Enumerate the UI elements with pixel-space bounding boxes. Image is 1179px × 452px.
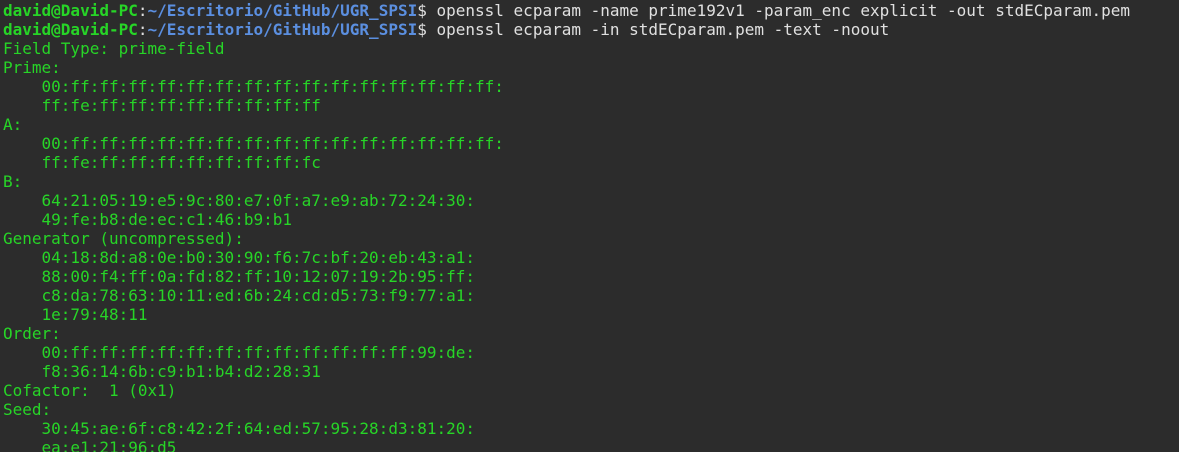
output-line: Generator (uncompressed): xyxy=(3,229,244,248)
output-line: 00:ff:ff:ff:ff:ff:ff:ff:ff:ff:ff:ff:ff:f… xyxy=(3,77,504,96)
output-line: Seed: xyxy=(3,400,52,419)
output-line: 64:21:05:19:e5:9c:80:e7:0f:a7:e9:ab:72:2… xyxy=(3,191,476,210)
command-text: openssl ecparam -in stdECparam.pem -text… xyxy=(436,20,890,39)
output-line: ff:fe:ff:ff:ff:ff:ff:ff:ff:fc xyxy=(3,153,321,172)
prompt-user-host: david@David-PC xyxy=(3,20,138,39)
output-line: Field Type: prime-field xyxy=(3,39,225,58)
output-line: A: xyxy=(3,115,23,134)
output-line: f8:36:14:6b:c9:b1:b4:d2:28:31 xyxy=(3,362,321,381)
prompt-path: ~/Escritorio/GitHub/UGR_SPSI xyxy=(147,20,418,39)
output-line: 88:00:f4:ff:0a:fd:82:ff:10:12:07:19:2b:9… xyxy=(3,267,476,286)
output-line: 49:fe:b8:de:ec:c1:46:b9:b1 xyxy=(3,210,292,229)
output-line: B: xyxy=(3,172,23,191)
prompt-symbol: $ xyxy=(417,20,437,39)
output-line: c8:da:78:63:10:11:ed:6b:24:cd:d5:73:f9:7… xyxy=(3,286,476,305)
output-line: 00:ff:ff:ff:ff:ff:ff:ff:ff:ff:ff:ff:ff:f… xyxy=(3,134,504,153)
prompt-line: david@David-PC:~/Escritorio/GitHub/UGR_S… xyxy=(3,20,1179,39)
output-line: Cofactor: 1 (0x1) xyxy=(3,381,177,400)
prompt-line: david@David-PC:~/Escritorio/GitHub/UGR_S… xyxy=(3,1,1179,20)
prompt-path: ~/Escritorio/GitHub/UGR_SPSI xyxy=(147,1,418,20)
prompt-symbol: $ xyxy=(417,1,437,20)
prompt-separator: : xyxy=(137,20,148,39)
output-line: 04:18:8d:a8:0e:b0:30:90:f6:7c:bf:20:eb:4… xyxy=(3,248,476,267)
output-line: Prime: xyxy=(3,58,61,77)
command-text: openssl ecparam -name prime192v1 -param_… xyxy=(436,1,1131,20)
prompt-separator: : xyxy=(137,1,148,20)
output-line: 00:ff:ff:ff:ff:ff:ff:ff:ff:ff:ff:ff:ff:9… xyxy=(3,343,476,362)
terminal-window[interactable]: david@David-PC:~/Escritorio/GitHub/UGR_S… xyxy=(0,0,1179,452)
output-line: 30:45:ae:6f:c8:42:2f:64:ed:57:95:28:d3:8… xyxy=(3,419,476,438)
output-line: Order: xyxy=(3,324,61,343)
prompt-user-host: david@David-PC xyxy=(3,1,138,20)
output-line: ea:e1:21:96:d5 xyxy=(3,438,177,452)
output-line: 1e:79:48:11 xyxy=(3,305,148,324)
output-line: ff:fe:ff:ff:ff:ff:ff:ff:ff:ff xyxy=(3,96,321,115)
